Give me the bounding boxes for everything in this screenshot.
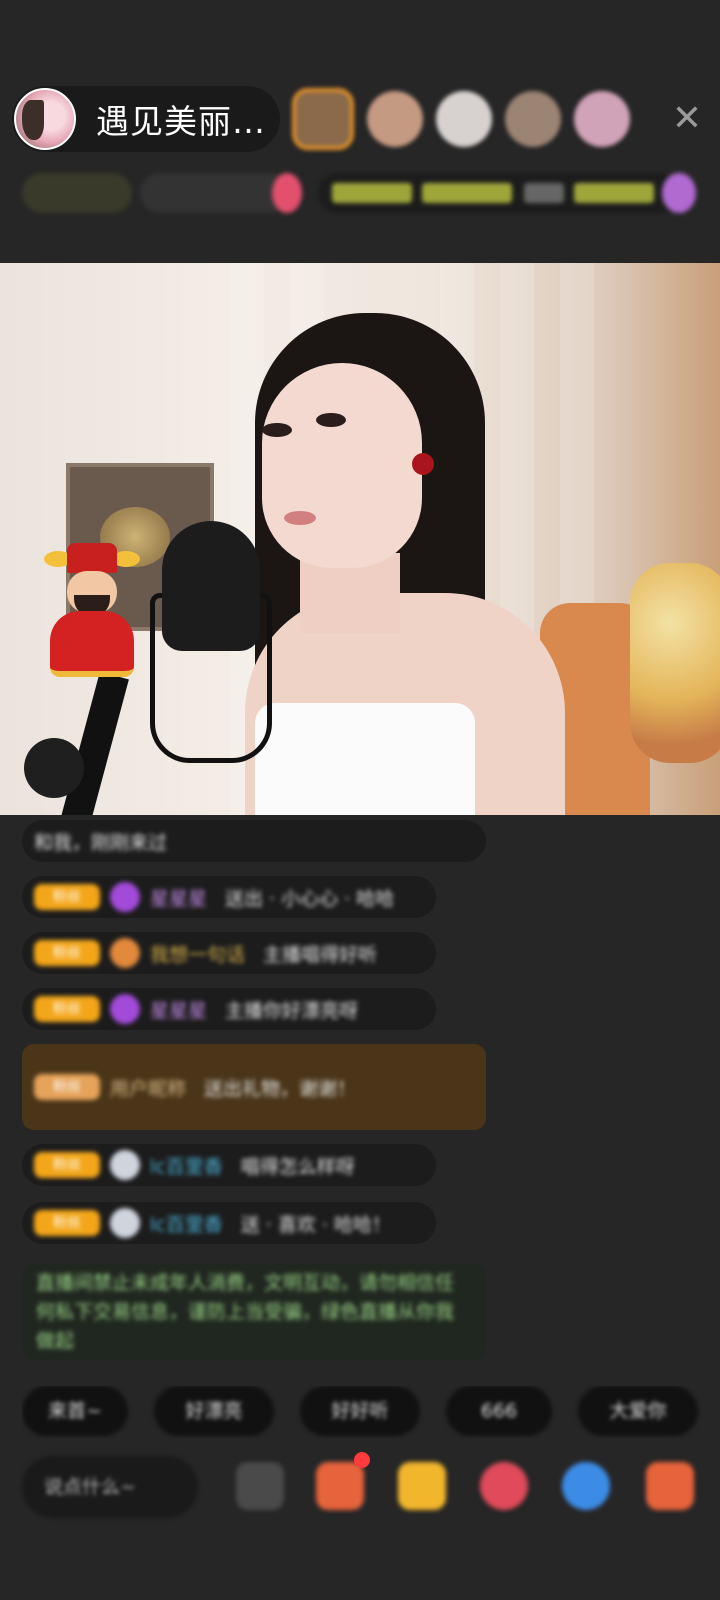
- rank-chip[interactable]: [140, 173, 290, 213]
- fan-badge: 粉丝: [34, 940, 100, 966]
- quick-reply-5[interactable]: 大爱你: [578, 1386, 698, 1436]
- username[interactable]: lc百里香: [150, 1152, 223, 1179]
- chat-message: 和我，刚刚来过: [22, 820, 486, 862]
- username[interactable]: lc百里香: [150, 1210, 223, 1237]
- message-text: 主播你好漂亮呀: [225, 999, 359, 1022]
- viewer-avatar-4[interactable]: [505, 91, 561, 147]
- flowers: [630, 563, 720, 763]
- viewer-avatar-5[interactable]: [574, 91, 630, 147]
- gift-icon[interactable]: [646, 1462, 694, 1510]
- hot-icon[interactable]: [272, 173, 302, 213]
- cloud-icon: [110, 1208, 140, 1238]
- host-avatar[interactable]: [14, 88, 76, 150]
- cloud-icon: [110, 1150, 140, 1180]
- username[interactable]: 我想一句话: [150, 940, 245, 967]
- comment-input[interactable]: 说点什么~: [22, 1456, 198, 1518]
- red-packet-icon[interactable]: [398, 1462, 446, 1510]
- quick-reply-4[interactable]: 666: [446, 1386, 552, 1436]
- fan-badge: 粉丝: [34, 1152, 100, 1178]
- message-text: 和我，刚刚来过: [34, 831, 168, 854]
- more-icon[interactable]: [236, 1462, 284, 1510]
- message-text: 送出 · 小心心 · 哈哈: [225, 887, 395, 910]
- game-icon[interactable]: [562, 1462, 610, 1510]
- message-text: 唱得怎么样呀: [240, 1155, 355, 1178]
- diamond-icon: [110, 882, 140, 912]
- message-text: 主播唱得好听: [263, 943, 378, 966]
- wealth-god-sticker-icon[interactable]: [42, 543, 142, 679]
- close-icon[interactable]: ✕: [664, 96, 710, 142]
- chat-message: 粉丝 lc百里香 送 · 喜欢 · 哈哈！: [22, 1202, 436, 1244]
- heart-icon[interactable]: [480, 1462, 528, 1510]
- notice-text: 直播间禁止未成年人消费，文明互动，请勿相信任何私下交易信息，谨防上当受骗，绿色直…: [36, 1271, 455, 1352]
- username[interactable]: 星星星: [150, 884, 207, 911]
- streamer: [262, 363, 422, 568]
- viewer-avatars: [292, 86, 643, 152]
- fan-badge: 粉丝: [34, 1210, 100, 1236]
- notification-dot: [354, 1452, 370, 1468]
- chat-message: 粉丝 星星星 送出 · 小心心 · 哈哈: [22, 876, 436, 918]
- fan-badge: 粉丝: [34, 996, 100, 1022]
- message-text: 送出礼物，谢谢！: [204, 1077, 357, 1100]
- host-name: 遇见美丽…: [96, 102, 266, 141]
- level-chip[interactable]: [22, 173, 132, 213]
- quick-reply-row: 来首~ 好漂亮 好好听 666 大爱你: [22, 1386, 720, 1438]
- announcement-chip[interactable]: [318, 173, 682, 213]
- chat-message: 粉丝 星星星 主播你好漂亮呀: [22, 988, 436, 1030]
- gift-box-icon[interactable]: [316, 1462, 364, 1510]
- fan-badge: 粉丝: [34, 1074, 100, 1100]
- microphone: [162, 521, 260, 651]
- quick-reply-3[interactable]: 好好听: [300, 1386, 420, 1436]
- gift-message: 粉丝 用户昵称 送出礼物，谢谢！: [22, 1044, 486, 1130]
- diamond-icon: [110, 994, 140, 1024]
- chat-message: 粉丝 我想一句话 主播唱得好听: [22, 932, 436, 974]
- username[interactable]: 用户昵称: [110, 1074, 186, 1101]
- gift-icon: [110, 938, 140, 968]
- badge-icon[interactable]: [662, 173, 696, 213]
- viewer-avatar-2[interactable]: [367, 91, 423, 147]
- message-text: 送 · 喜欢 · 哈哈！: [240, 1213, 391, 1236]
- earbud: [412, 453, 434, 475]
- chat-message: 粉丝 lc百里香 唱得怎么样呀: [22, 1144, 436, 1186]
- quick-reply-2[interactable]: 好漂亮: [154, 1386, 274, 1436]
- username[interactable]: 星星星: [150, 996, 207, 1023]
- host-info[interactable]: 遇见美丽…: [12, 86, 280, 152]
- live-video[interactable]: [0, 263, 720, 815]
- fan-badge: 粉丝: [34, 884, 100, 910]
- quick-reply-1[interactable]: 来首~: [22, 1386, 128, 1436]
- viewer-avatar-3[interactable]: [436, 91, 492, 147]
- viewer-avatar-1[interactable]: [292, 88, 354, 150]
- system-notice: 直播间禁止未成年人消费，文明互动，请勿相信任何私下交易信息，谨防上当受骗，绿色直…: [22, 1264, 486, 1360]
- room-info-row: [22, 170, 702, 216]
